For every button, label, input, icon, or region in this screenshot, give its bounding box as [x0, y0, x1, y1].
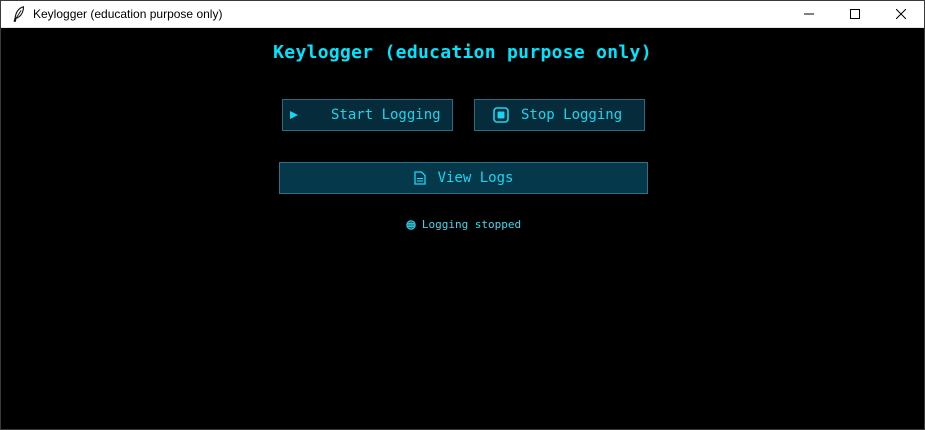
window-title: Keylogger (education purpose only)	[33, 7, 223, 21]
view-logs-label: View Logs	[437, 170, 514, 186]
stop-logging-label: Stop Logging	[521, 107, 623, 123]
stop-logging-button[interactable]: Stop Logging	[474, 99, 645, 131]
maximize-button[interactable]	[832, 1, 878, 27]
feather-icon	[9, 4, 29, 24]
maximize-icon	[850, 9, 860, 19]
title-bar[interactable]: Keylogger (education purpose only)	[1, 1, 924, 28]
start-logging-label: Start Logging	[331, 107, 441, 123]
page-title: Keylogger (education purpose only)	[273, 42, 652, 63]
close-icon	[896, 9, 906, 19]
close-button[interactable]	[878, 1, 924, 27]
minimize-icon	[804, 13, 814, 15]
minimize-button[interactable]	[786, 1, 832, 27]
start-logging-button[interactable]: Start Logging	[282, 99, 453, 131]
status-text: Logging stopped	[421, 218, 522, 231]
view-logs-button[interactable]: View Logs	[279, 162, 648, 194]
document-icon	[413, 171, 428, 185]
status-dot-icon	[406, 219, 416, 230]
stop-icon	[493, 107, 509, 123]
play-icon	[289, 108, 303, 122]
app-window: Keylogger (education purpose only) Keylo…	[0, 0, 925, 430]
status-bar: Logging stopped	[1, 218, 925, 231]
window-controls	[786, 1, 924, 27]
